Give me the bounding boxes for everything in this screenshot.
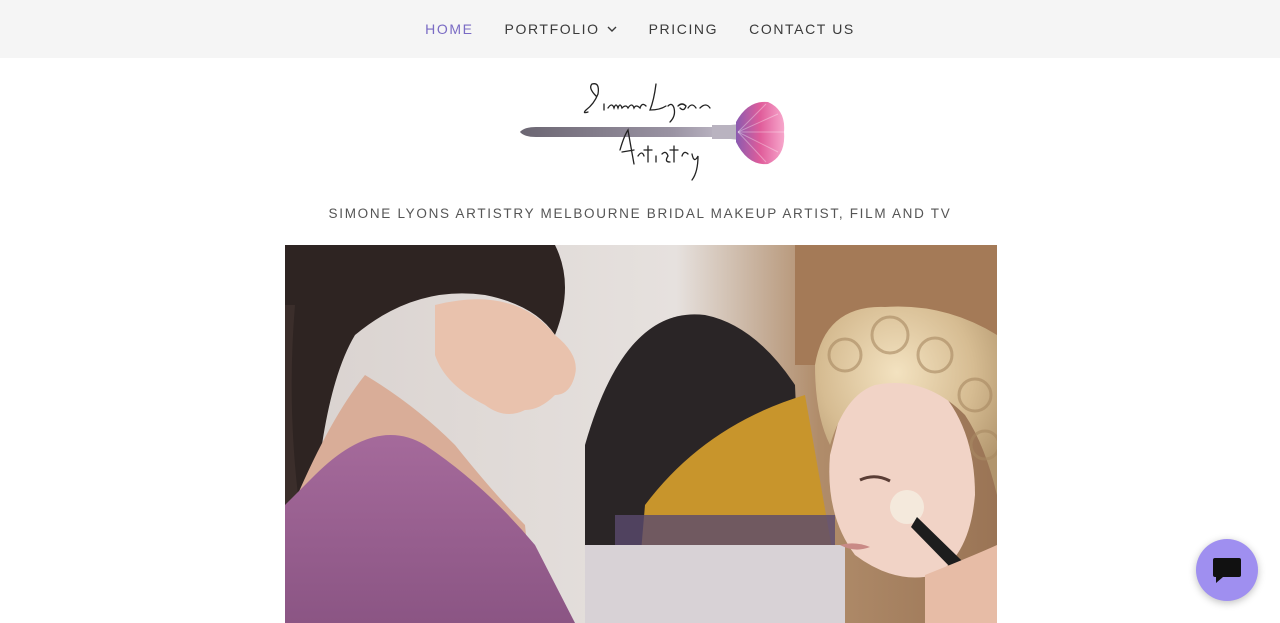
brush-fan	[736, 101, 785, 165]
nav-item-label: CONTACT US	[749, 21, 855, 37]
nav-item-label: PORTFOLIO	[504, 21, 600, 37]
nav-item-pricing[interactable]: PRICING	[649, 21, 719, 37]
hero-photo-makeup-artist	[285, 245, 997, 623]
chevron-down-icon	[607, 26, 617, 32]
chat-bubble-icon	[1213, 558, 1241, 583]
hero-image	[285, 245, 997, 623]
top-navigation: HOME PORTFOLIO PRICING CONTACT US	[0, 0, 1280, 58]
nav-item-home[interactable]: HOME	[425, 21, 473, 37]
nav-list: HOME PORTFOLIO PRICING CONTACT US	[425, 21, 855, 37]
site-tagline: SIMONE LYONS ARTISTRY MELBOURNE BRIDAL M…	[328, 206, 952, 221]
chat-button[interactable]	[1196, 539, 1258, 601]
nav-item-label: PRICING	[648, 21, 719, 37]
nav-item-contact-us[interactable]: CONTACT US	[749, 21, 855, 37]
nav-item-portfolio[interactable]: PORTFOLIO	[505, 21, 618, 37]
brand-logo[interactable]	[516, 80, 792, 190]
brush-ferrule	[712, 125, 738, 139]
nav-item-label: HOME	[425, 21, 474, 37]
